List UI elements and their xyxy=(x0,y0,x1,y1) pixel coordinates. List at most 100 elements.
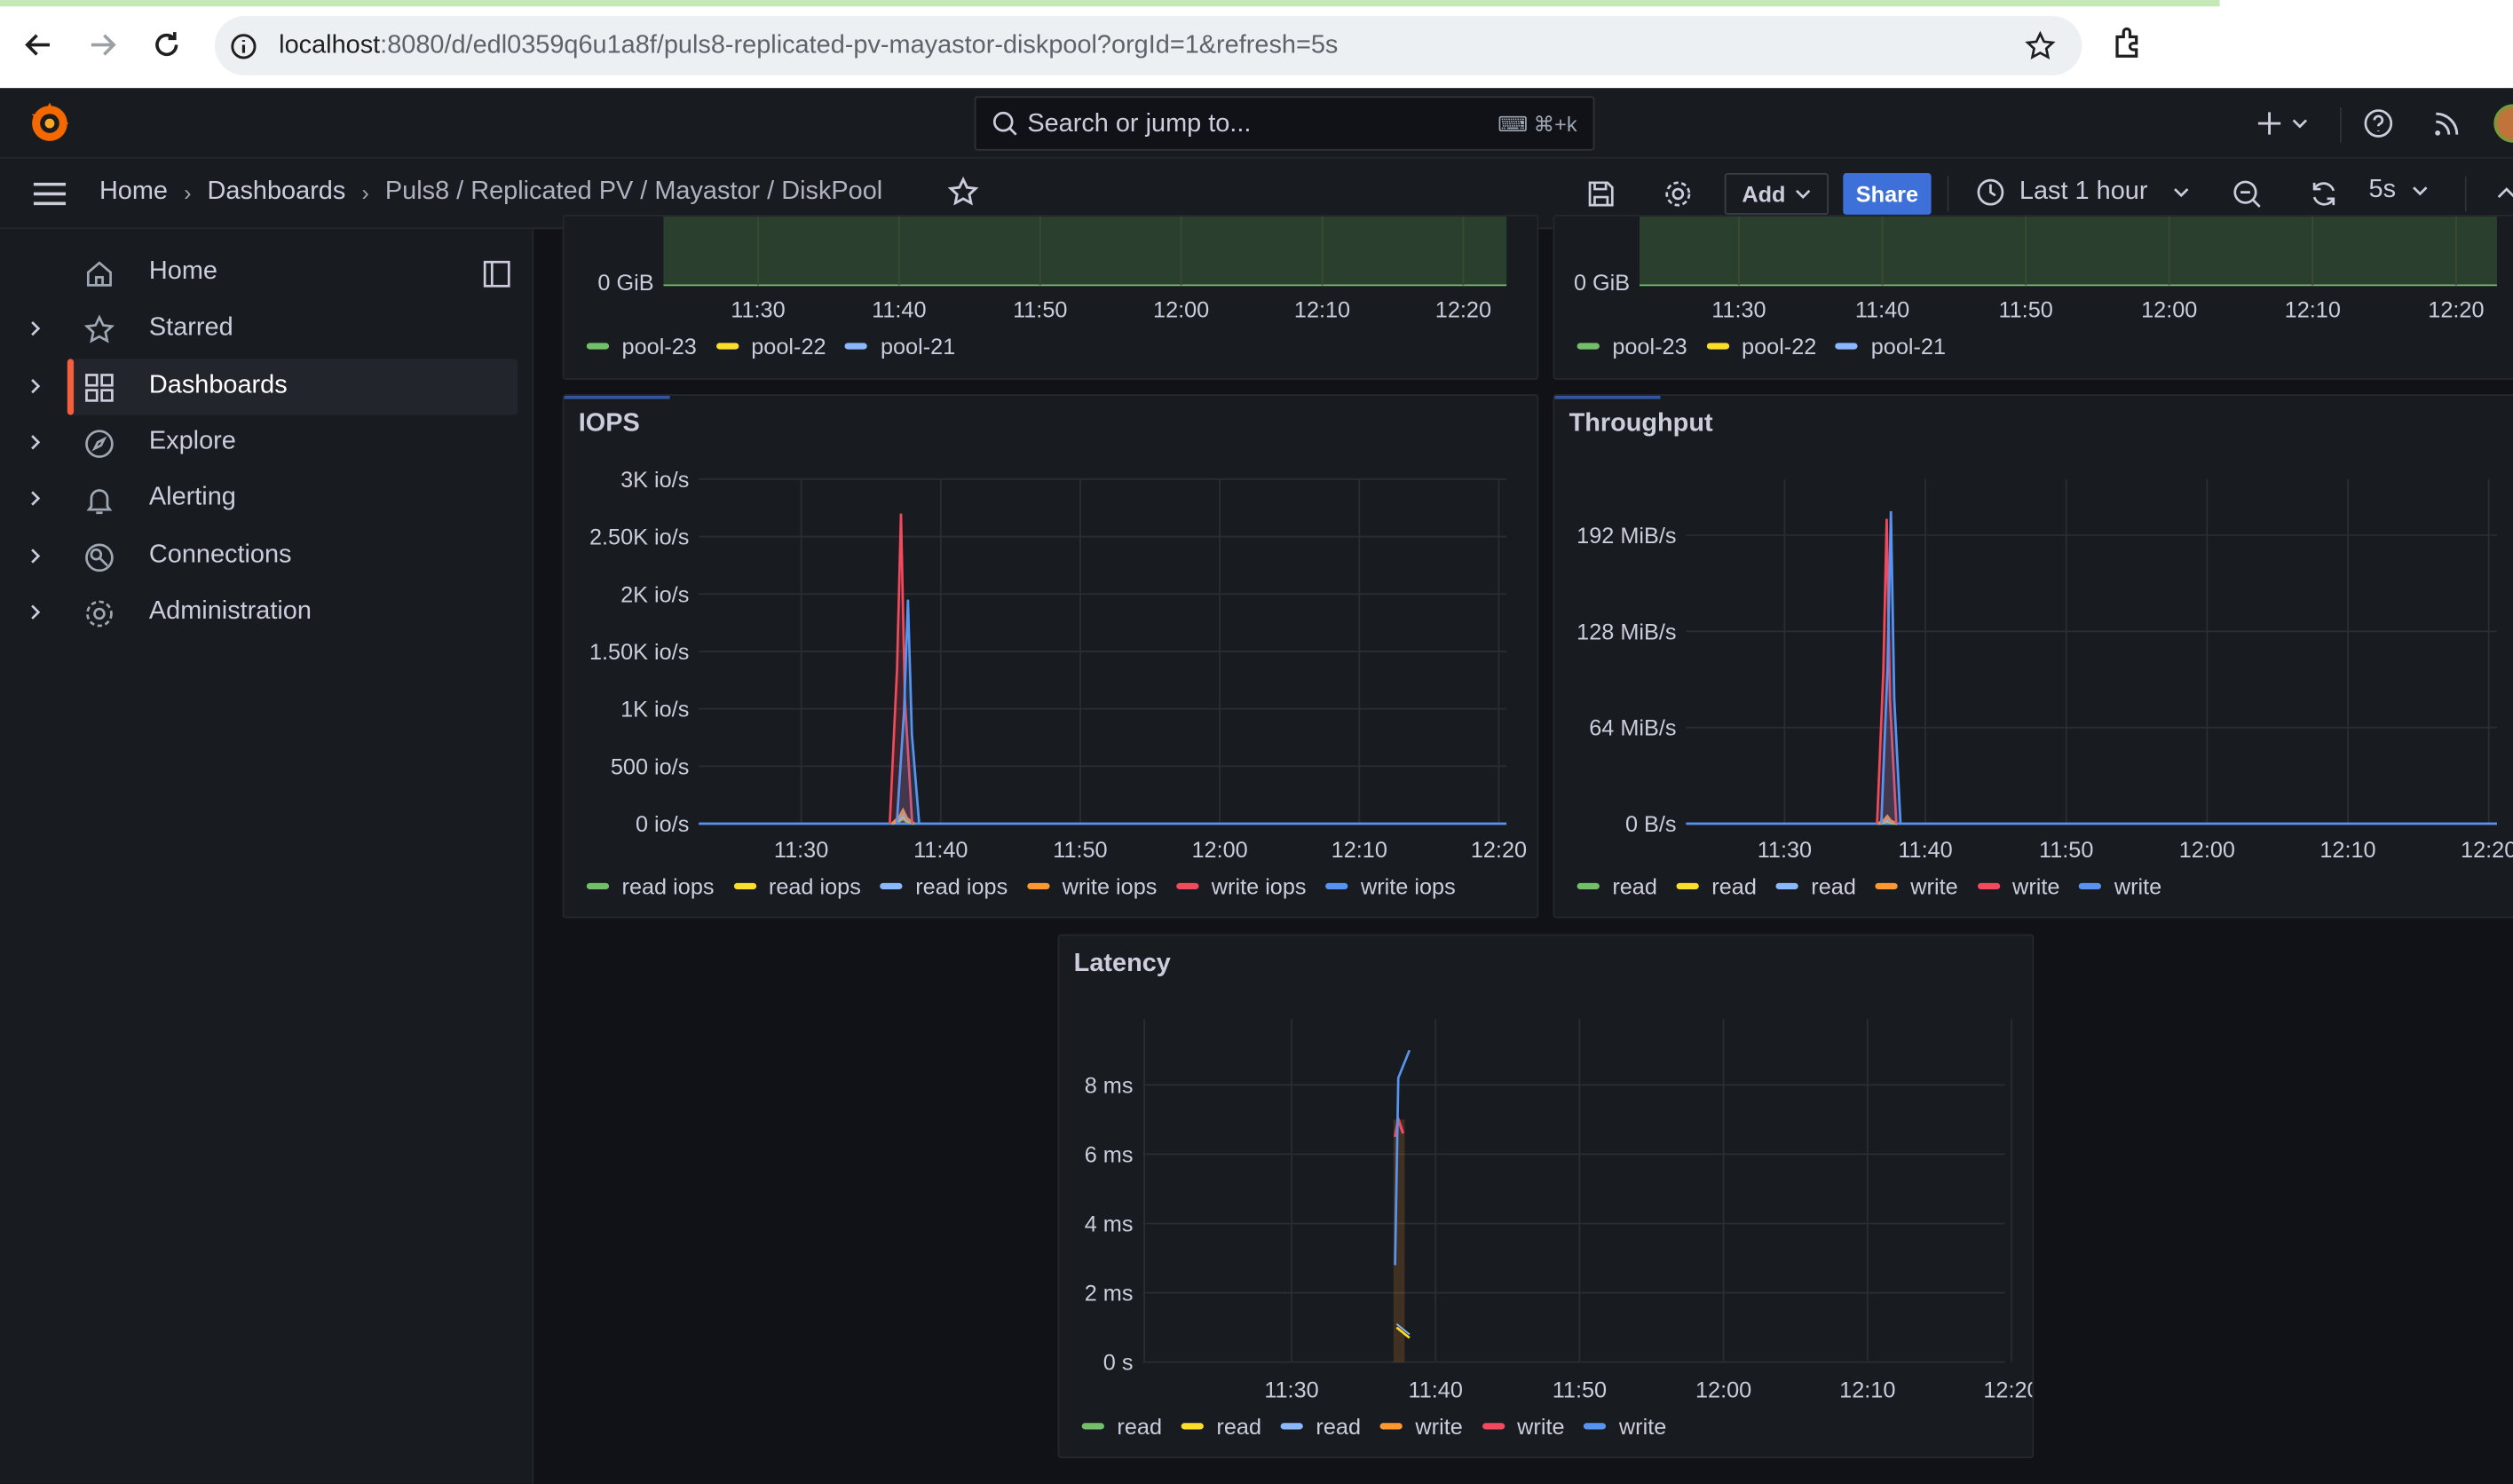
legend-item[interactable]: write xyxy=(1482,1413,1565,1439)
chevron-down-icon xyxy=(1796,189,1811,199)
legend-swatch xyxy=(1325,882,1348,890)
reload-button[interactable] xyxy=(146,24,187,66)
latency-panel[interactable]: Latency 8 ms 6 ms 4 ms 2 ms 0 s 11:30 11:40 11:… xyxy=(1057,934,2035,1458)
page-load-bar xyxy=(0,0,2220,7)
search-input[interactable]: Search or jump to... ⌨ ⌘+k xyxy=(974,96,1595,151)
gear-icon[interactable] xyxy=(1662,178,1694,209)
nav-divider xyxy=(2340,107,2342,143)
chevron-right-icon[interactable] xyxy=(26,431,45,454)
sidebar-item-starred[interactable]: Starred xyxy=(0,301,533,357)
chevron-right-icon[interactable] xyxy=(26,601,45,623)
legend-item[interactable]: write xyxy=(1379,1413,1463,1439)
legend-item[interactable]: pool-23 xyxy=(1577,334,1687,359)
sidebar-item-label: Starred xyxy=(148,313,233,342)
sidebar-item-label: Administration xyxy=(148,597,312,626)
legend-item[interactable]: read xyxy=(1081,1413,1162,1439)
legend-swatch xyxy=(880,882,903,890)
favorite-star-icon[interactable] xyxy=(947,176,979,209)
save-icon[interactable] xyxy=(1585,178,1617,209)
home-icon xyxy=(86,261,112,287)
collapse-chevron-up-icon[interactable] xyxy=(2493,178,2513,209)
legend-item[interactable]: read xyxy=(1676,873,1757,899)
menu-icon[interactable] xyxy=(30,178,68,209)
sidebar-item-home[interactable]: Home xyxy=(0,245,533,301)
x-tick-label: 12:00 xyxy=(1153,297,1209,322)
back-button[interactable] xyxy=(18,24,59,66)
url-text[interactable]: localhost:8080/d/edl0359q6u1a8f/puls8-re… xyxy=(279,32,1338,60)
keyboard-icon: ⌨ xyxy=(1498,112,1534,137)
add-label: Add xyxy=(1742,181,1786,207)
breadcrumb-home[interactable]: Home xyxy=(99,178,168,206)
chevron-right-icon[interactable] xyxy=(26,545,45,567)
search-shortcut-text: ⌘+k xyxy=(1533,112,1577,137)
legend-item[interactable]: write xyxy=(1875,873,1958,899)
legend-item[interactable]: pool-22 xyxy=(1706,334,1816,359)
breadcrumb: Home › Dashboards › Puls8 / Replicated P… xyxy=(99,178,882,206)
forward-button[interactable] xyxy=(82,24,123,66)
news-rss-icon[interactable] xyxy=(2431,107,2463,139)
sidebar-item-label: Explore xyxy=(148,428,236,455)
legend-item[interactable]: write iops xyxy=(1176,872,1307,899)
site-info-icon[interactable] xyxy=(227,30,259,62)
legend-item[interactable]: pool-21 xyxy=(845,334,955,359)
throughput-panel[interactable]: Throughput 192 MiB/s 128 MiB/s 64 MiB/s 0 B… xyxy=(1553,394,2513,919)
x-tick-label: 11:30 xyxy=(1264,1377,1318,1402)
add-button[interactable]: Add xyxy=(1724,172,1829,215)
legend-item[interactable]: pool-21 xyxy=(1836,334,1946,359)
connections-icon xyxy=(85,543,114,572)
legend-swatch xyxy=(1181,1423,1204,1430)
legend-item[interactable]: read iops xyxy=(880,873,1008,899)
legend-item[interactable]: read xyxy=(1181,1413,1261,1439)
zoom-out-icon[interactable] xyxy=(2231,178,2263,209)
chevron-right-icon[interactable] xyxy=(26,375,45,397)
new-plus-icon[interactable] xyxy=(2255,107,2312,139)
legend-swatch xyxy=(1577,343,1600,350)
legend-item[interactable]: pool-22 xyxy=(715,334,826,359)
chart-area: 3K io/s 2.50K io/s 2K io/s 1.50K io/s 1K io/… xyxy=(589,468,1527,863)
bookmark-star-icon[interactable] xyxy=(2024,30,2056,62)
legend-item[interactable]: read xyxy=(1280,1413,1361,1439)
legend-swatch xyxy=(1836,343,1859,350)
refresh-interval-picker[interactable]: 5s xyxy=(2368,177,2430,205)
iops-panel[interactable]: IOPS 3K io/s 2.50K io/s 2K io/s 1.50K io/s 1… xyxy=(562,394,1539,919)
help-icon[interactable] xyxy=(2362,107,2394,139)
sidebar-item-dashboards[interactable]: Dashboards xyxy=(0,359,533,415)
legend-swatch xyxy=(1081,1423,1104,1430)
legend-item[interactable]: read iops xyxy=(586,873,715,899)
sidebar-item-administration[interactable]: Administration xyxy=(0,585,533,641)
legend-item[interactable]: write xyxy=(1584,1413,1666,1439)
refresh-icon[interactable] xyxy=(2308,178,2340,209)
breadcrumb-dashboards[interactable]: Dashboards xyxy=(208,178,346,206)
chevron-right-icon[interactable] xyxy=(26,317,45,339)
legend-label: write xyxy=(1618,1413,1667,1440)
legend-label: write iops xyxy=(1211,872,1307,899)
url-path: :8080/d/edl0359q6u1a8f/puls8-replicated-… xyxy=(380,32,1339,59)
time-range-picker[interactable]: Last 1 hour xyxy=(1974,177,2193,209)
address-bar[interactable]: localhost:8080/d/edl0359q6u1a8f/puls8-re… xyxy=(214,16,2082,75)
legend-item[interactable]: write xyxy=(2079,873,2161,899)
legend-item[interactable]: read xyxy=(1775,872,1856,899)
x-tick-label: 11:50 xyxy=(2039,838,2093,863)
share-button[interactable]: Share xyxy=(1843,172,1932,215)
cog-icon xyxy=(86,600,113,628)
x-tick-label: 12:20 xyxy=(2428,297,2484,322)
pool-capacity-panel-left[interactable]: 11:30 11:40 11:50 12:00 12:10 12:20 0 GiB pool… xyxy=(562,214,1539,380)
area-fill-pool xyxy=(1640,216,2497,286)
legend-label: read xyxy=(1811,872,1856,899)
legend-item[interactable]: read xyxy=(1577,873,1657,899)
time-range-label: Last 1 hour xyxy=(2019,178,2148,206)
user-avatar[interactable] xyxy=(2493,104,2513,143)
extensions-icon[interactable] xyxy=(2109,24,2147,62)
legend-item[interactable]: pool-23 xyxy=(586,334,697,359)
legend-item[interactable]: write xyxy=(1977,873,2059,899)
legend-item[interactable]: read iops xyxy=(733,873,861,899)
sidebar-item-alerting[interactable]: Alerting xyxy=(0,471,533,527)
sidebar-item-explore[interactable]: Explore xyxy=(0,415,533,471)
legend-item[interactable]: write iops xyxy=(1325,873,1456,899)
toolbar-divider xyxy=(1947,176,1949,212)
pool-capacity-panel-right[interactable]: 11:30 11:40 11:50 12:00 12:10 12:20 0 GiB pool… xyxy=(1553,214,2513,380)
chevron-right-icon[interactable] xyxy=(26,487,45,509)
grafana-logo-icon[interactable] xyxy=(28,101,73,146)
legend-item[interactable]: write iops xyxy=(1026,873,1157,899)
sidebar-item-connections[interactable]: Connections xyxy=(0,529,533,585)
